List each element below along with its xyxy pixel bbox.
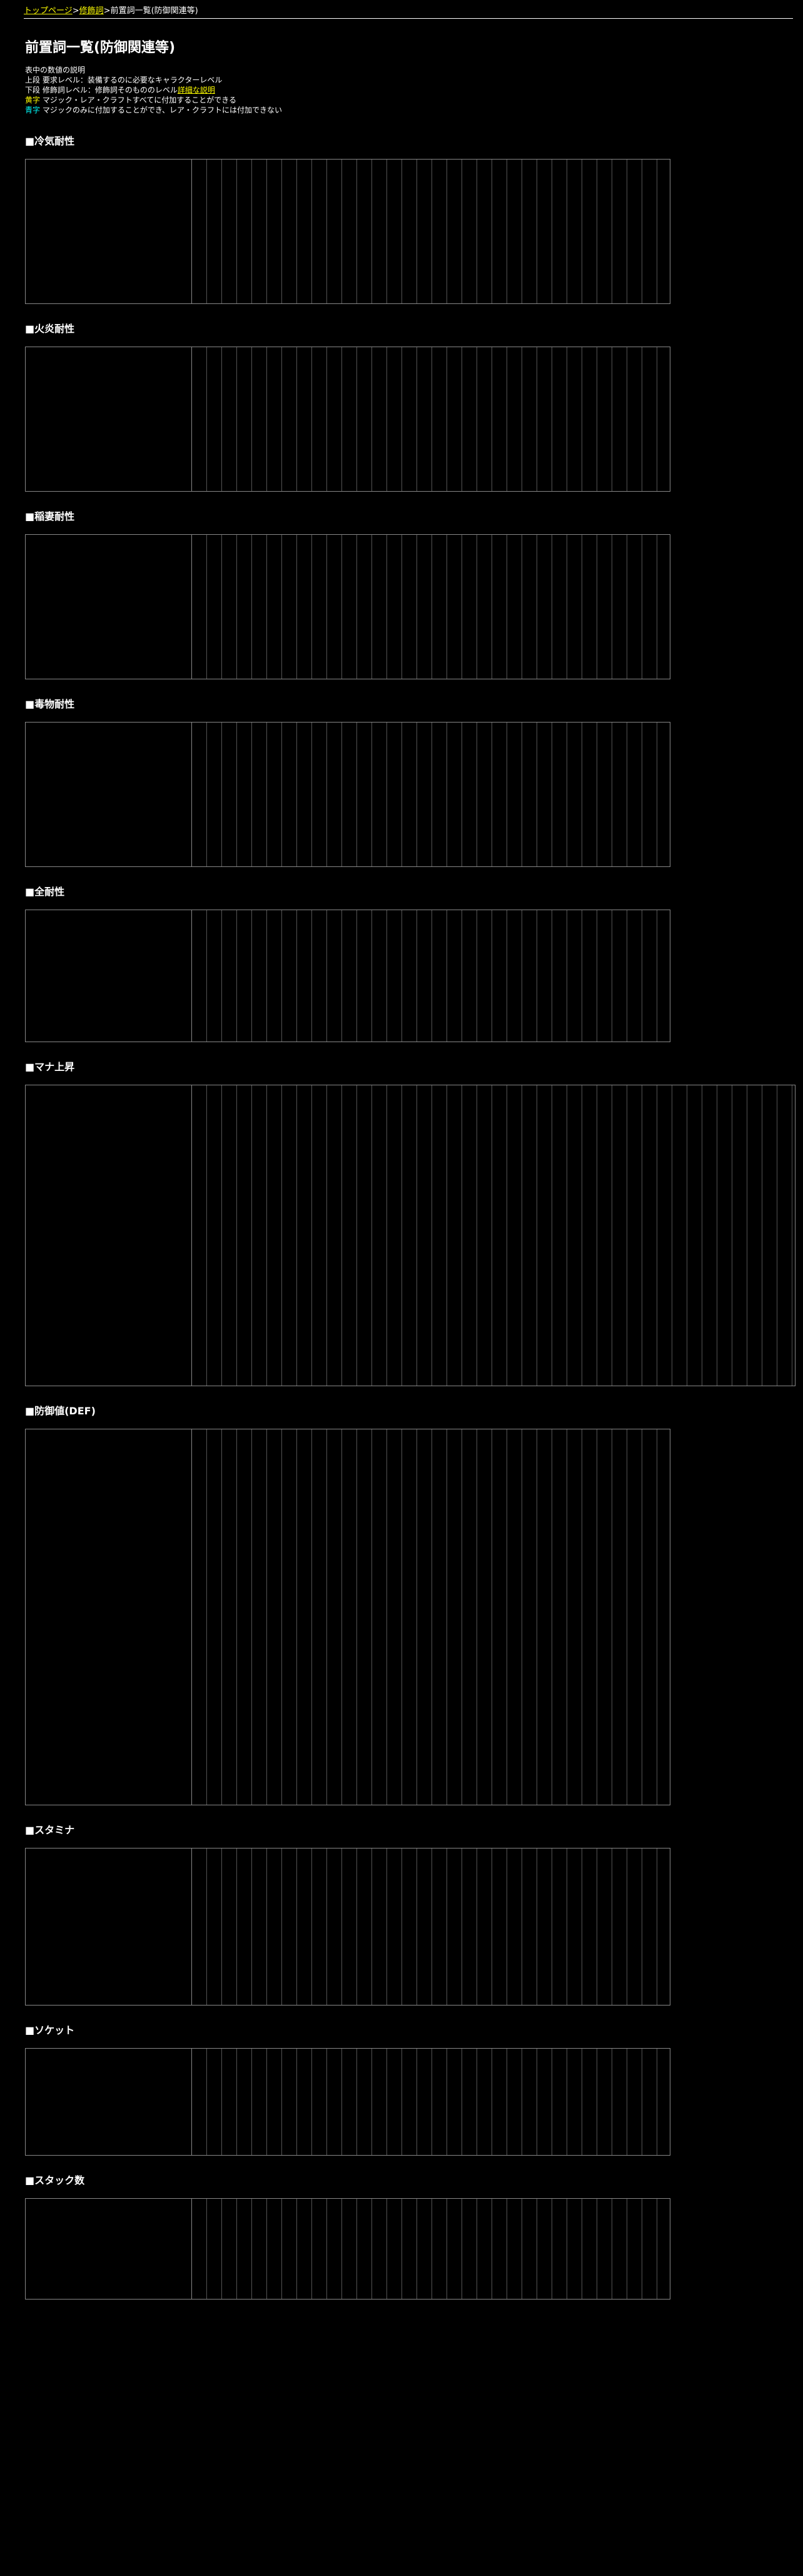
section: ■毒物耐性 (25, 696, 797, 867)
table-level-grid (192, 910, 670, 1042)
modifier-table (25, 1085, 795, 1386)
modifier-table (25, 534, 670, 679)
section: ■火炎耐性 (25, 320, 797, 492)
table-level-grid (192, 1429, 670, 1805)
modifier-table (25, 347, 670, 492)
note-line: 表中の数値の説明 (25, 66, 86, 74)
modifier-table (25, 1848, 670, 2006)
note-line: 下段 修飾詞レベル：修飾詞そのもののレベル詳細な説明 (25, 85, 797, 95)
note-line: 上段 要求レベル：装備するのに必要なキャラクターレベル (25, 76, 223, 84)
section: ■ソケット (25, 2022, 797, 2156)
detail-link[interactable]: 詳細な説明 (178, 86, 215, 94)
table-left-columns (26, 2049, 192, 2155)
breadcrumb-current: 前置詞一覧(防御関連等) (110, 6, 198, 16)
section: ■防御値(DEF) (25, 1402, 797, 1805)
section-title: ■稲妻耐性 (25, 510, 75, 522)
table-level-grid (192, 2199, 670, 2299)
section: ■マナ上昇 (25, 1058, 797, 1386)
table-left-columns (26, 1848, 192, 2005)
sections: ■冷気耐性 ■火炎耐性 ■稲妻耐性 ■毒物耐性 ■全耐性 ■マナ上昇 ■防御値(DEF) ■ス… (25, 133, 797, 2300)
breadcrumb-sep: > (72, 6, 79, 16)
page-title: 前置詞一覧(防御関連等) (25, 40, 176, 56)
section-title: ■マナ上昇 (25, 1061, 75, 1073)
table-level-grid (192, 1848, 670, 2005)
note-line: 黄字 マジック・レア・クラフトすべてに付加することができる (25, 95, 797, 105)
note-text: マジックのみに付加することができ、レア・クラフトには付加できない (40, 106, 282, 114)
modifier-table (25, 159, 670, 304)
section-title: ■全耐性 (25, 886, 65, 898)
modifier-table (25, 2048, 670, 2156)
table-left-columns (26, 1085, 192, 1386)
section-title: ■毒物耐性 (25, 698, 75, 710)
section: ■冷気耐性 (25, 133, 797, 304)
section: ■全耐性 (25, 883, 797, 1042)
table-left-columns (26, 2199, 192, 2299)
section: ■稲妻耐性 (25, 508, 797, 679)
section-title: ■冷気耐性 (25, 135, 75, 147)
note-text: マジック・レア・クラフトすべてに付加することができる (40, 96, 237, 104)
cyan-label: 青字 (25, 106, 41, 114)
section-title: ■ソケット (25, 2024, 75, 2036)
section-title: ■スタミナ (25, 1824, 75, 1836)
section: ■スタミナ (25, 1822, 797, 2006)
divider (24, 18, 793, 19)
breadcrumb: トップページ>修飾詞>前置詞一覧(防御関連等) (24, 4, 797, 16)
table-level-grid (192, 1085, 795, 1386)
modifier-table (25, 910, 670, 1042)
breadcrumb-mid-link[interactable]: 修飾詞 (79, 6, 104, 16)
table-left-columns (26, 535, 192, 679)
page: トップページ>修飾詞>前置詞一覧(防御関連等) 前置詞一覧(防御関連等) 表中の… (0, 0, 803, 2300)
table-left-columns (26, 347, 192, 491)
table-left-columns (26, 910, 192, 1042)
section-title: ■スタック数 (25, 2174, 85, 2186)
note-text: 下段 修飾詞レベル：修飾詞そのもののレベル (25, 86, 178, 94)
notes: 表中の数値の説明 上段 要求レベル：装備するのに必要なキャラクターレベル 下段 … (25, 65, 797, 115)
modifier-table (25, 722, 670, 867)
table-left-columns (26, 723, 192, 866)
table-level-grid (192, 347, 670, 491)
modifier-table (25, 2198, 670, 2300)
modifier-table (25, 1429, 670, 1805)
note-line: 青字 マジックのみに付加することができ、レア・クラフトには付加できない (25, 105, 797, 115)
section-title: ■火炎耐性 (25, 323, 75, 335)
table-level-grid (192, 723, 670, 866)
table-level-grid (192, 2049, 670, 2155)
breadcrumb-sep: > (103, 6, 111, 16)
table-left-columns (26, 160, 192, 303)
table-level-grid (192, 535, 670, 679)
table-level-grid (192, 160, 670, 303)
section-title: ■防御値(DEF) (25, 1405, 96, 1417)
breadcrumb-top-link[interactable]: トップページ (24, 6, 73, 16)
table-left-columns (26, 1429, 192, 1805)
yellow-label: 黄字 (25, 96, 41, 104)
section: ■スタック数 (25, 2172, 797, 2300)
